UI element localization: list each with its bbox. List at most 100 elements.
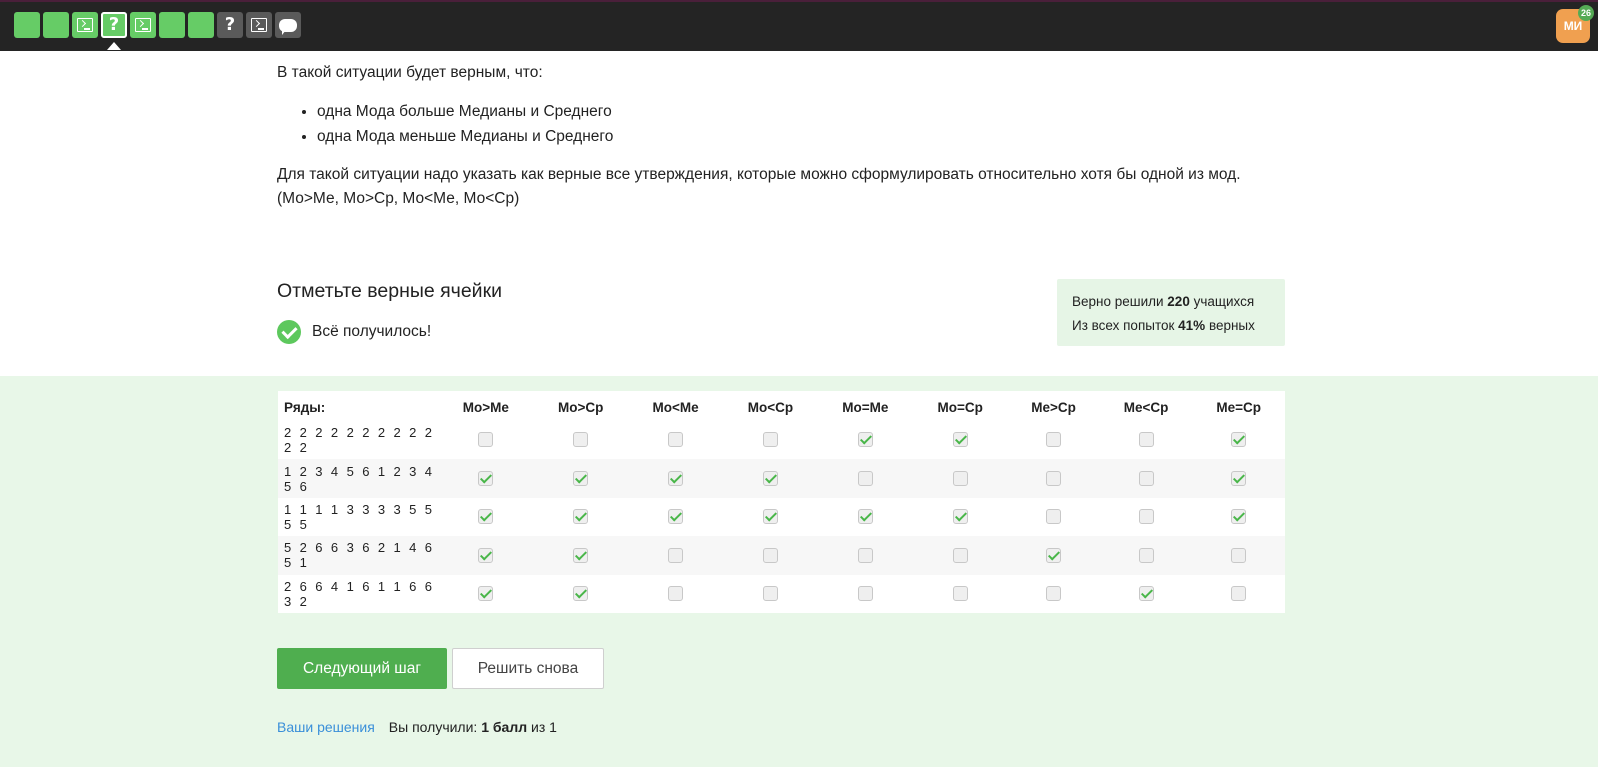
stats-solved: Верно решили 220 учащихся [1072,294,1255,309]
table-cell [1100,498,1193,536]
table-cell [723,536,818,575]
next-step-button[interactable]: Следующий шаг [277,648,447,689]
table-cell [1007,536,1100,575]
answer-checkbox[interactable] [573,547,589,563]
table-row: 1 1 1 1 3 3 3 3 5 5 5 5 [278,498,1285,536]
table-cell [438,536,534,575]
table-cell [1192,498,1285,536]
answer-checkbox[interactable] [1046,509,1062,525]
terminal-icon [135,18,151,32]
score-text: Вы получили: 1 балл из 1 [388,719,557,735]
lesson-steps: ?? [14,12,301,50]
stats-attempts: Из всех попыток 41% верных [1072,318,1255,333]
column-header: Мо<Ср [747,399,794,415]
step-8[interactable]: ? [217,12,243,38]
table-cell [438,459,534,498]
answer-checkbox[interactable] [1231,432,1247,448]
answer-checkbox[interactable] [1138,432,1154,448]
answer-checkbox[interactable] [952,470,968,486]
answer-checkbox[interactable] [952,586,968,602]
user-avatar[interactable]: МИ 26 [1556,5,1594,43]
table-cell [1192,575,1285,613]
step-2[interactable] [43,12,69,38]
answer-table: Ряды: Мо>Ме Мо>Ср Мо<Ме Мо<Ср Мо=Ме Мо=Ср Ме>Ср… [278,391,1285,613]
answer-checkbox[interactable] [573,509,589,525]
answer-checkbox[interactable] [1231,470,1247,486]
answer-checkbox[interactable] [668,509,684,525]
table-cell [913,575,1007,613]
step-6[interactable] [159,12,185,38]
step-10[interactable] [275,12,301,38]
success-text: Всё получилось! [312,323,432,340]
step-4-current[interactable]: ? [101,12,127,50]
answer-checkbox[interactable] [762,509,778,525]
answer-checkbox[interactable] [952,432,968,448]
row-label: 1 1 1 1 3 3 3 3 5 5 5 5 [284,501,435,532]
answer-checkbox[interactable] [668,586,684,602]
answer-checkbox[interactable] [1231,547,1247,563]
answer-checkbox[interactable] [1231,509,1247,525]
step-1[interactable] [14,12,40,38]
terminal-icon [77,18,93,32]
table-cell [1099,536,1193,575]
answer-checkbox[interactable] [573,470,589,486]
answer-checkbox[interactable] [573,586,589,602]
column-header: Мо<Ме [652,399,699,415]
step-3[interactable] [72,12,98,38]
answer-checkbox[interactable] [857,509,873,525]
answer-checkbox[interactable] [1138,470,1154,486]
table-cell [817,459,914,498]
answer-checkbox[interactable] [1138,547,1154,563]
table-cell [627,536,724,575]
answer-checkbox[interactable] [1046,586,1062,602]
answer-checkbox[interactable] [668,432,684,448]
answer-checkbox[interactable] [478,547,494,563]
table-cell [1100,421,1193,459]
answer-checkbox[interactable] [478,509,494,525]
answer-checkbox[interactable] [857,547,873,563]
answer-checkbox[interactable] [857,586,873,602]
step-5[interactable] [130,12,156,38]
answer-checkbox[interactable] [668,547,684,563]
table-row: 2 6 6 4 1 6 1 1 6 6 3 2 [278,575,1285,613]
step-text: В такой ситуации будет верным, что: одна… [277,61,1287,211]
intro-list: одна Мода больше Медианы и Среднего одна… [317,99,1287,149]
table-cell [1192,421,1285,459]
row-label: 5 2 6 6 3 6 2 1 4 6 5 1 [278,536,438,575]
answer-checkbox[interactable] [1138,586,1154,602]
column-header: Мо=Ме [842,399,889,415]
answer-checkbox[interactable] [1046,547,1062,563]
answer-checkbox[interactable] [1231,586,1247,602]
your-solutions-link[interactable]: Ваши решения [277,719,375,735]
rows-header: Ряды: [284,399,326,415]
answer-checkbox[interactable] [1046,470,1062,486]
answer-checkbox[interactable] [762,470,778,486]
answer-checkbox[interactable] [762,432,778,448]
table-row: 5 2 6 6 3 6 2 1 4 6 5 1 [278,536,1285,575]
answer-checkbox[interactable] [478,586,494,602]
answer-checkbox[interactable] [573,432,589,448]
answer-checkbox[interactable] [1046,432,1062,448]
column-header: Ме=Ср [1216,399,1261,415]
question-icon: ? [224,14,236,35]
table-cell [1099,459,1193,498]
answer-checkbox[interactable] [762,547,778,563]
table-cell [913,498,1007,536]
solve-again-button[interactable]: Решить снова [452,648,604,689]
step-9[interactable] [246,12,272,38]
step-7[interactable] [188,12,214,38]
answer-checkbox[interactable] [668,470,684,486]
answer-checkbox[interactable] [1138,509,1154,525]
stats-box: Верно решили 220 учащихся Из всех попыто… [1057,279,1285,346]
answer-checkbox[interactable] [478,432,494,448]
table-cell [1192,459,1285,498]
terminal-icon [251,18,267,32]
table-cell [1192,536,1285,575]
answer-checkbox[interactable] [478,470,494,486]
answer-checkbox[interactable] [857,432,873,448]
answer-checkbox[interactable] [762,586,778,602]
table-cell [723,421,817,459]
answer-checkbox[interactable] [952,509,968,525]
answer-checkbox[interactable] [857,470,873,486]
answer-checkbox[interactable] [952,547,968,563]
